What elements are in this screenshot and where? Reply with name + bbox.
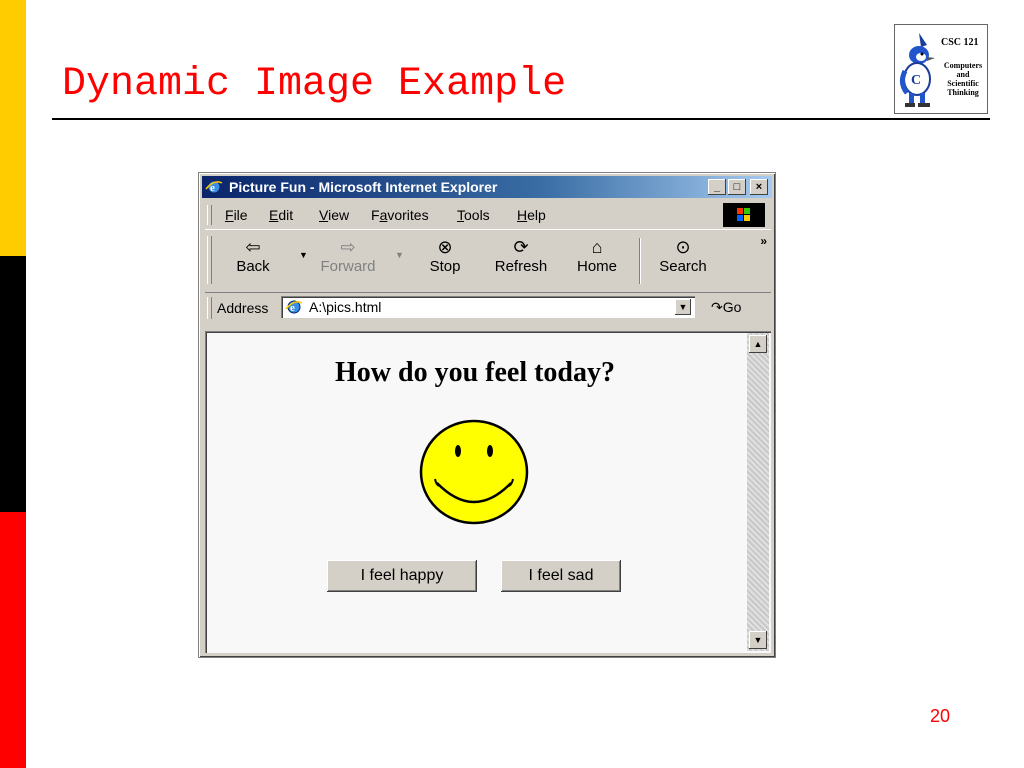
search-icon: ⊙	[675, 237, 691, 257]
menu-favorites[interactable]: Favorites	[371, 207, 429, 223]
stop-label: Stop	[429, 258, 461, 275]
back-button[interactable]: ⇦ Back	[231, 236, 275, 275]
search-label: Search	[659, 258, 707, 275]
forward-dropdown-icon[interactable]: ▼	[395, 250, 404, 260]
home-label: Home	[576, 258, 617, 275]
address-dropdown-icon[interactable]: ▼	[675, 299, 691, 315]
stripe-yellow	[0, 0, 26, 256]
back-label: Back	[236, 258, 270, 275]
logo-course-code: CSC 121	[941, 37, 979, 48]
menu-help[interactable]: Help	[517, 207, 546, 223]
address-input[interactable]: e A:\pics.html	[281, 296, 695, 318]
logo-line-thinking: Thinking	[947, 88, 979, 97]
menu-file[interactable]: File	[225, 207, 248, 223]
refresh-label: Refresh	[494, 258, 548, 275]
page-number: 20	[930, 706, 951, 726]
browser-window: e Picture Fun - Microsoft Internet Explo…	[198, 172, 776, 658]
smiley-face-image	[419, 419, 529, 525]
stop-button[interactable]: ⊗ Stop	[423, 236, 467, 275]
bluejay-mascot-icon: C	[899, 33, 935, 107]
address-bar: Address e A:\pics.html ▼ ↷Go	[205, 293, 771, 323]
logo-line-and: and	[956, 70, 970, 79]
refresh-icon: ⟳	[513, 237, 529, 257]
menu-edit[interactable]: Edit	[269, 207, 293, 223]
forward-arrow-icon: ⇨	[340, 237, 356, 257]
addressbar-grip[interactable]	[207, 297, 212, 319]
standard-toolbar: ⇦ Back ▼ ⇨ Forward ▼ ⊗ Stop ⟳ Refresh ⌂ …	[205, 229, 771, 293]
stripe-black	[0, 256, 26, 512]
windows-flag-icon	[737, 208, 750, 221]
menu-tools[interactable]: Tools	[457, 207, 490, 223]
menu-bar: File Edit View Favorites Tools Help	[205, 203, 771, 227]
menubar-grip[interactable]	[207, 205, 212, 225]
address-label: Address	[217, 300, 269, 316]
logo-line-computers: Computers	[943, 61, 983, 70]
sad-button[interactable]: I feel sad	[501, 560, 621, 592]
slide-title: Dynamic Image Example	[62, 62, 567, 107]
go-label: Go	[722, 299, 742, 315]
forward-button[interactable]: ⇨ Forward	[315, 236, 381, 275]
menu-view[interactable]: View	[319, 207, 349, 223]
toolbar-separator	[639, 238, 641, 284]
toolbar-more-chevron-icon[interactable]: »	[760, 234, 767, 248]
windows-logo-throbber	[723, 203, 765, 227]
internet-explorer-icon: e	[205, 180, 223, 194]
logo-course-name: Computers and Scientific Thinking	[939, 61, 987, 97]
minimize-button[interactable]: _	[708, 179, 726, 195]
address-value: A:\pics.html	[309, 299, 382, 315]
logo-line-scientific: Scientific	[947, 79, 979, 88]
title-divider	[52, 118, 990, 120]
stripe-red	[0, 512, 26, 768]
go-button[interactable]: ↷Go	[711, 299, 741, 316]
scroll-down-icon[interactable]: ▼	[749, 631, 767, 649]
home-icon: ⌂	[591, 237, 603, 257]
forward-label: Forward	[320, 258, 376, 275]
search-button[interactable]: ⊙ Search	[653, 236, 713, 275]
back-dropdown-icon[interactable]: ▼	[299, 250, 308, 260]
page-content: How do you feel today? I feel happy I fe…	[205, 331, 771, 653]
window-titlebar[interactable]: e Picture Fun - Microsoft Internet Explo…	[202, 176, 772, 198]
toolbar-grip[interactable]	[207, 236, 212, 284]
page-question: How do you feel today?	[335, 357, 615, 388]
course-logo: C CSC 121 Computers and Scientific Think…	[894, 24, 988, 114]
refresh-button[interactable]: ⟳ Refresh	[491, 236, 551, 275]
close-button[interactable]: ×	[750, 179, 768, 195]
maximize-button[interactable]: □	[728, 179, 746, 195]
vertical-scrollbar[interactable]: ▲ ▼	[747, 333, 769, 651]
back-arrow-icon: ⇦	[245, 237, 261, 257]
stop-icon: ⊗	[437, 237, 453, 257]
go-arrow-icon: ↷	[711, 299, 723, 315]
happy-button[interactable]: I feel happy	[327, 560, 477, 592]
page-ie-icon: e	[285, 300, 303, 314]
svg-text:C: C	[911, 73, 921, 88]
window-title: Picture Fun - Microsoft Internet Explore…	[229, 179, 498, 195]
scroll-up-icon[interactable]: ▲	[749, 335, 767, 353]
home-button[interactable]: ⌂ Home	[573, 236, 621, 275]
